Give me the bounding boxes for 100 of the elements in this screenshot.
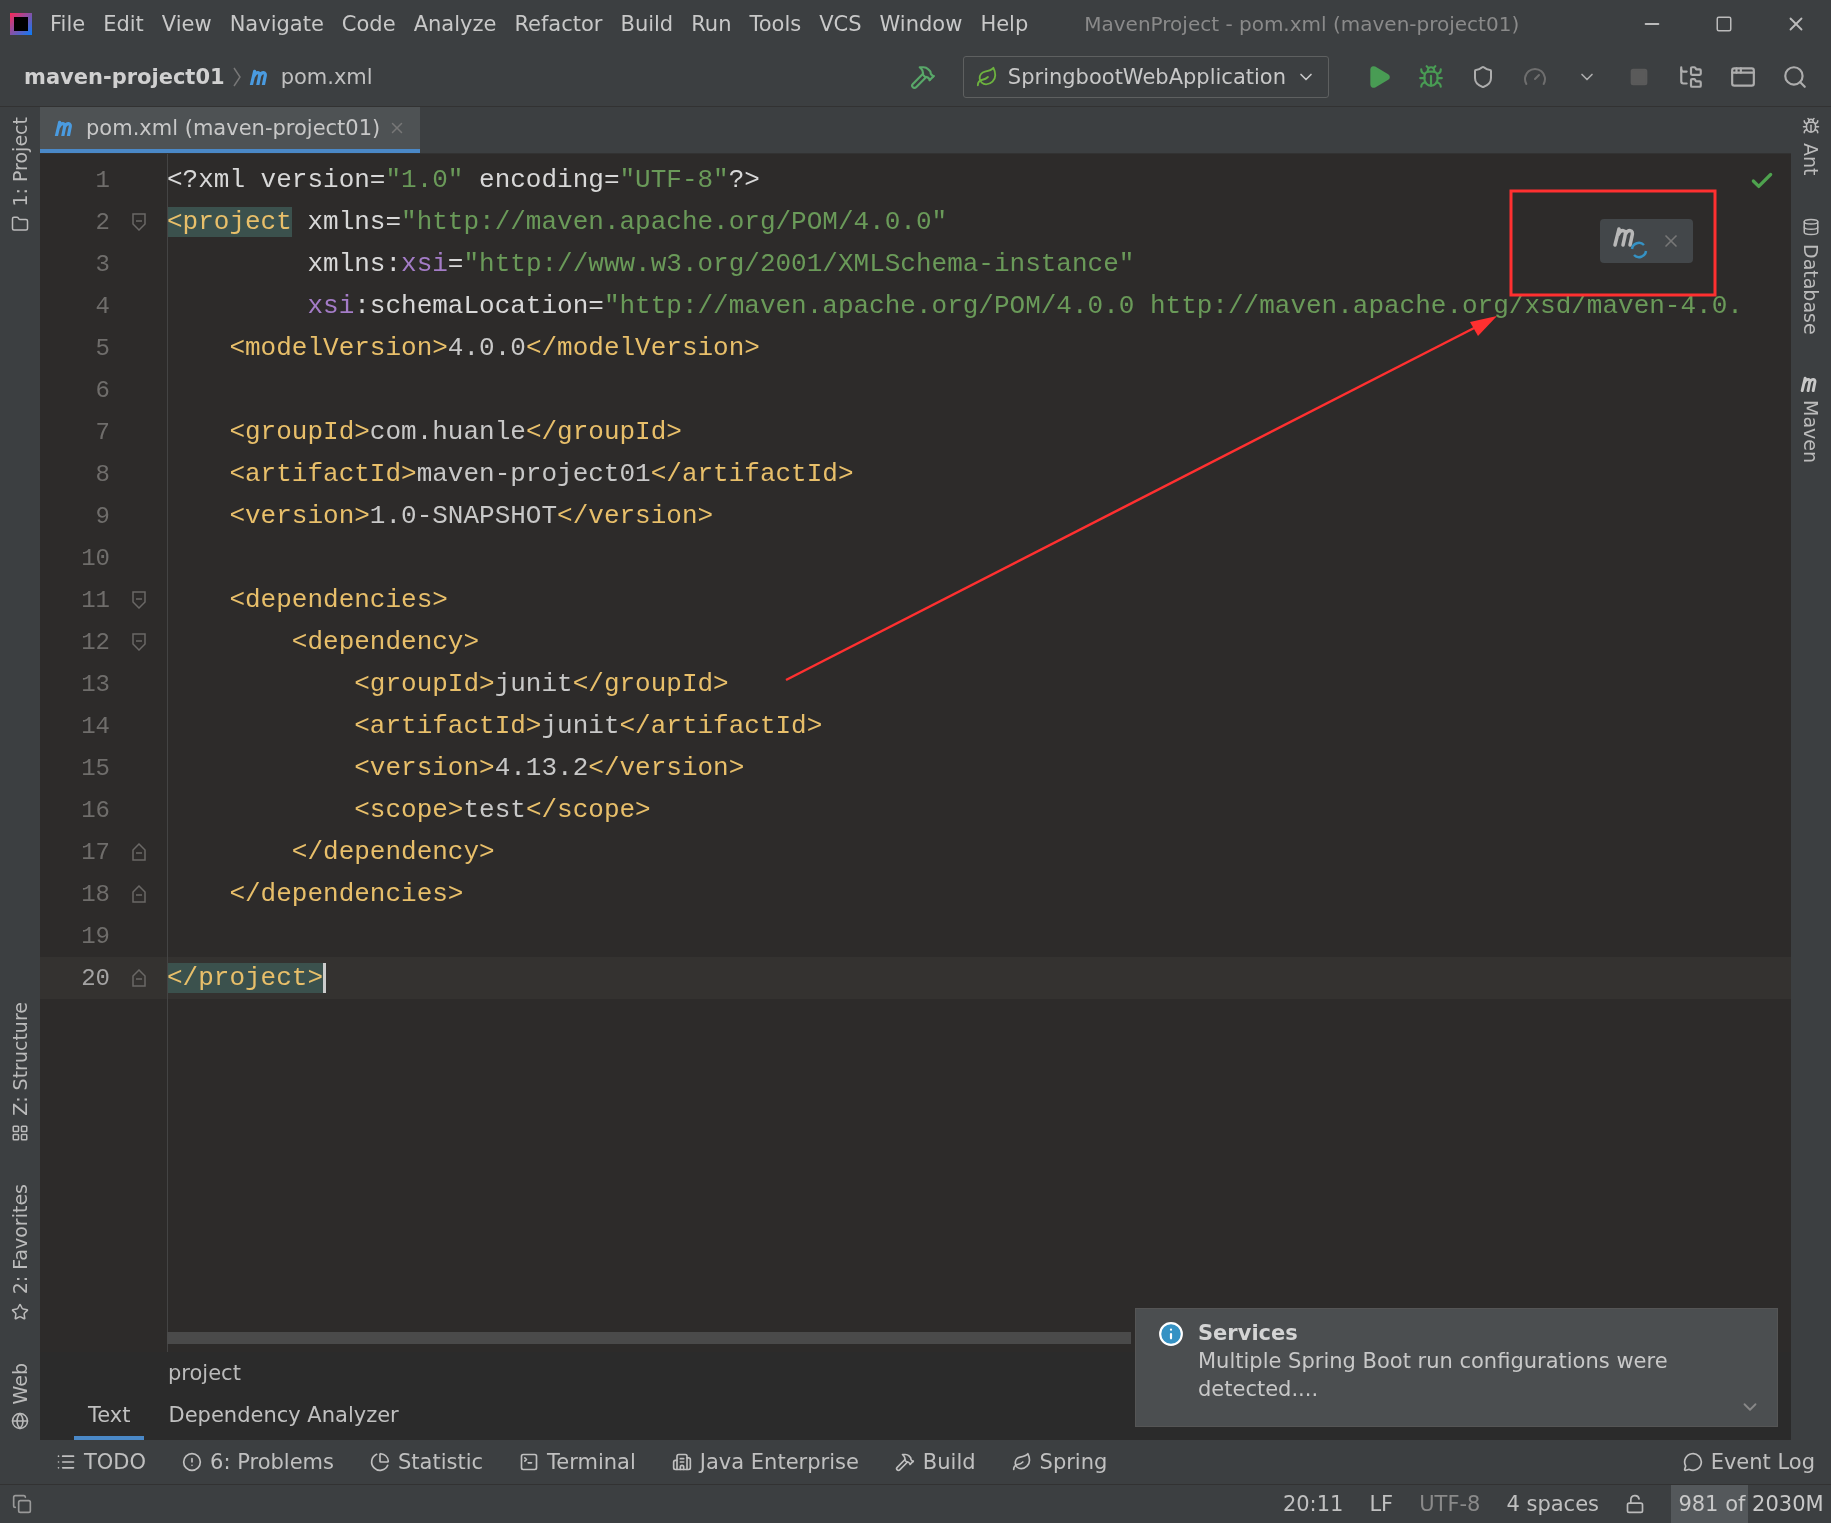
search-icon[interactable]: [1782, 64, 1808, 90]
menu-item[interactable]: View: [153, 8, 220, 40]
tool-window-button[interactable]: Event Log: [1682, 1450, 1815, 1474]
menu-item[interactable]: Tools: [741, 8, 810, 40]
line-separator[interactable]: LF: [1369, 1492, 1394, 1516]
unlock-icon[interactable]: [1625, 1494, 1645, 1514]
code-line: <modelVersion>4.0.0</modelVersion>: [228, 333, 760, 363]
line-number: 4: [94, 292, 110, 320]
code-line: <groupId>junit</groupId>: [353, 669, 729, 699]
shield-icon[interactable]: [1471, 65, 1495, 89]
menu-item[interactable]: VCS: [811, 8, 870, 40]
code-line: xsi:schemaLocation="http://maven.apache.org/POM/4.0.0 http://maven.apache.org/xsd/maven-4.0.: [306, 291, 1743, 321]
line-number: 12: [80, 628, 110, 656]
line-number: 16: [80, 796, 110, 824]
line-number: 11: [80, 586, 110, 614]
code-line: </dependency>: [290, 837, 495, 867]
tool-window-button[interactable]: Ant: [1800, 143, 1822, 176]
info-icon: [1158, 1321, 1184, 1347]
fold-marker[interactable]: [130, 213, 147, 231]
line-number: 1: [94, 166, 110, 194]
tool-window-button[interactable]: TODO: [56, 1450, 147, 1474]
window-icon[interactable]: [1730, 64, 1756, 90]
load-maven-changes-button[interactable]: [1600, 219, 1693, 263]
code-line: xmlns:xsi="http://www.w3.org/2001/XMLSchema-instance": [306, 249, 1135, 279]
line-number: 6: [94, 376, 110, 404]
menu-item[interactable]: File: [42, 8, 94, 40]
menu-item[interactable]: Navigate: [221, 8, 332, 40]
tool-window-button[interactable]: Z: Structure: [9, 1002, 31, 1117]
horizontal-scrollbar[interactable]: [167, 1332, 1131, 1344]
code-line: <project xmlns="http://maven.apache.org/POM/4.0.0": [167, 207, 948, 237]
globe-icon: [11, 1412, 29, 1430]
code-line: <version>1.0-SNAPSHOT</version>: [228, 501, 714, 531]
line-number: 14: [80, 712, 110, 740]
panels-icon[interactable]: [12, 1494, 32, 1514]
tool-window-button[interactable]: Terminal: [519, 1450, 636, 1474]
code-line: <dependency>: [290, 627, 480, 657]
terminal-icon: [519, 1452, 540, 1472]
hammer-icon[interactable]: [909, 64, 936, 90]
code-line: <?xml version="1.0" encoding="UTF-8"?>: [167, 165, 760, 195]
tool-window-button[interactable]: Spring: [1011, 1450, 1108, 1474]
structure-icon: [11, 1124, 29, 1143]
folder-icon: [11, 214, 29, 233]
tool-window-button[interactable]: Build: [894, 1450, 976, 1474]
fold-marker[interactable]: [130, 591, 147, 609]
menu-item[interactable]: Code: [333, 8, 404, 40]
chevron-icon: [232, 67, 241, 87]
window-title: MavenProject - pom.xml (maven-project01): [1084, 12, 1521, 36]
file-encoding[interactable]: UTF-8: [1419, 1492, 1481, 1516]
indent-setting[interactable]: 4 spaces: [1506, 1492, 1599, 1516]
code-line: <artifactId>junit</artifactId>: [353, 711, 823, 741]
fold-marker[interactable]: [130, 885, 147, 903]
breadcrumb[interactable]: maven-project01: [24, 65, 225, 89]
run-configuration-dropdown[interactable]: SpringbootWebApplication: [962, 56, 1329, 98]
line-number: 5: [94, 334, 110, 362]
alert-icon: [182, 1452, 203, 1472]
editor-tab[interactable]: pom.xml (maven-project01): [40, 107, 421, 153]
speech-bubble-icon: [1682, 1452, 1703, 1472]
tool-window-button[interactable]: Maven: [1800, 399, 1822, 463]
tool-window-button[interactable]: Web: [9, 1362, 31, 1404]
tool-window-button[interactable]: Database: [1800, 243, 1822, 335]
fold-marker[interactable]: [130, 633, 147, 651]
tool-window-button[interactable]: 1: Project: [9, 117, 31, 207]
line-number: 9: [94, 502, 110, 530]
breadcrumb[interactable]: project: [168, 1361, 241, 1385]
tool-window-button[interactable]: Java Enterprise: [671, 1450, 859, 1474]
menu-item[interactable]: Run: [683, 8, 740, 40]
folder-icon[interactable]: [1678, 64, 1704, 90]
menu-item[interactable]: Refactor: [506, 8, 611, 40]
menu-item[interactable]: Edit: [95, 8, 152, 40]
view-tab[interactable]: Dependency Analyzer: [154, 1394, 413, 1440]
tool-window-button[interactable]: 6: Problems: [182, 1450, 334, 1474]
code-line: <dependencies>: [228, 585, 448, 615]
caret-position[interactable]: 20:11: [1282, 1492, 1344, 1516]
tool-window-button[interactable]: 2: Favorites: [9, 1184, 31, 1295]
bug-icon[interactable]: [1418, 64, 1444, 90]
menu-item[interactable]: Analyze: [405, 8, 505, 40]
building-icon: [671, 1452, 692, 1472]
bug-icon: [1802, 117, 1820, 135]
notification-message: Multiple Spring Boot run configurations were detected....: [1198, 1348, 1669, 1403]
line-number: 15: [80, 754, 110, 782]
hammer-icon: [894, 1452, 915, 1472]
menu-item[interactable]: Window: [871, 8, 971, 40]
fold-marker[interactable]: [130, 843, 147, 861]
line-number: 19: [80, 922, 110, 950]
line-number: 2: [94, 208, 110, 236]
leaf-icon: [1011, 1452, 1032, 1472]
tool-window-button[interactable]: Statistic: [370, 1450, 484, 1474]
leaf-icon: [975, 66, 998, 88]
code-line: </dependencies>: [228, 879, 464, 909]
line-number: 8: [94, 460, 110, 488]
menu-item[interactable]: Build: [612, 8, 682, 40]
line-number: 17: [80, 838, 110, 866]
database-icon: [1802, 217, 1820, 236]
maximize-icon[interactable]: [1715, 15, 1733, 33]
fold-marker[interactable]: [130, 969, 147, 987]
menu-item[interactable]: Help: [972, 8, 1037, 40]
app-logo-icon: [10, 13, 32, 35]
code-line: <groupId>com.huanle</groupId>: [228, 417, 682, 447]
breadcrumb[interactable]: pom.xml: [280, 65, 373, 89]
pie-chart-icon: [370, 1452, 390, 1472]
